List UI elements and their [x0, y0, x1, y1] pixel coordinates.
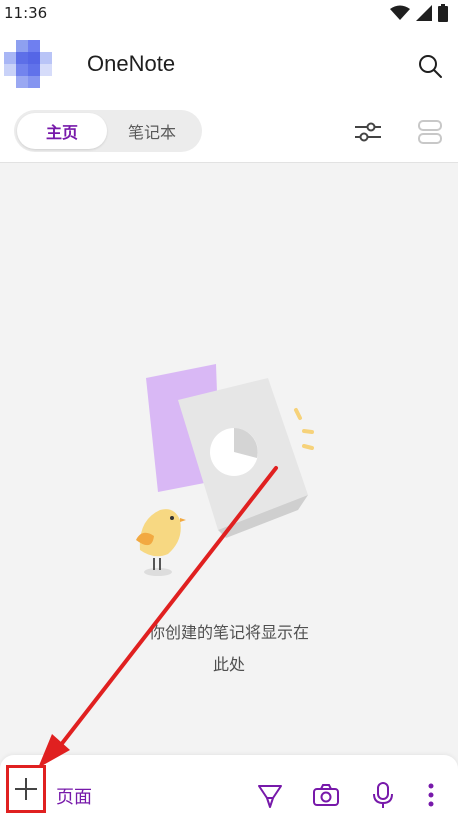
wifi-icon	[390, 5, 410, 20]
bottom-toolbar: 页面	[0, 755, 458, 820]
add-page-button[interactable]	[6, 765, 46, 813]
empty-state-illustration	[128, 360, 328, 580]
tab-home[interactable]: 主页	[17, 113, 107, 149]
app-title: OneNote	[87, 51, 176, 76]
empty-state-line-1: 你创建的笔记将显示在	[148, 623, 309, 642]
app-header: OneNote 主页 笔记本	[0, 26, 458, 163]
empty-state-line-2: 此处	[212, 655, 245, 674]
search-icon	[419, 55, 442, 78]
microphone-button[interactable]	[367, 779, 399, 811]
camera-icon	[313, 784, 339, 806]
more-options-button[interactable]	[415, 779, 447, 811]
add-page-label[interactable]: 页面	[56, 783, 92, 809]
status-time: 11:36	[4, 4, 48, 22]
signal-icon	[416, 5, 432, 21]
plus-icon	[15, 778, 37, 800]
status-icons	[390, 4, 448, 22]
view-toggle-button[interactable]	[414, 116, 446, 148]
battery-icon	[438, 4, 448, 22]
status-bar: 11:36	[0, 0, 458, 26]
search-button[interactable]	[414, 50, 446, 82]
camera-button[interactable]	[310, 779, 342, 811]
microphone-icon	[373, 782, 393, 808]
empty-state-message: 你创建的笔记将显示在 此处	[115, 617, 343, 681]
avatar[interactable]	[4, 40, 52, 88]
tab-notebooks[interactable]: 笔记本	[107, 113, 197, 149]
pen-icon	[258, 785, 282, 808]
more-vertical-icon	[428, 783, 434, 807]
pen-button[interactable]	[254, 779, 286, 811]
filter-button[interactable]	[352, 116, 384, 148]
view-toggle-icon	[418, 120, 442, 144]
home-notebook-tabs: 主页 笔记本	[14, 110, 202, 152]
sliders-icon	[355, 122, 381, 142]
